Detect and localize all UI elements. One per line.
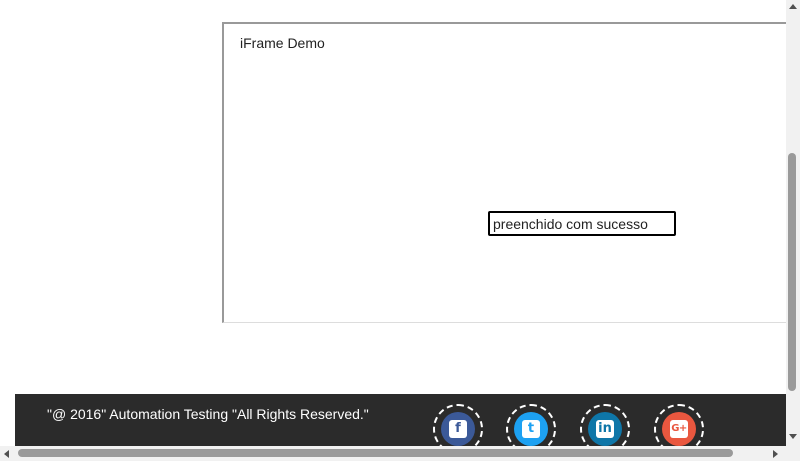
scroll-up-arrow-icon[interactable]	[789, 4, 797, 9]
google-plus-glyph: G+	[670, 420, 688, 438]
iframe-text-input[interactable]	[488, 211, 676, 236]
iframe-demo-frame[interactable]: iFrame Demo	[222, 22, 788, 323]
google-plus-link[interactable]: G+	[654, 404, 704, 446]
twitter-link[interactable]: t	[506, 404, 556, 446]
horizontal-scrollbar[interactable]	[0, 446, 786, 461]
facebook-glyph: f	[449, 420, 467, 438]
vertical-scroll-thumb[interactable]	[788, 153, 796, 391]
vertical-scrollbar[interactable]	[786, 0, 800, 446]
facebook-icon: f	[441, 412, 475, 446]
scroll-down-arrow-icon[interactable]	[789, 434, 797, 439]
linkedin-link[interactable]: in	[580, 404, 630, 446]
page: iFrame Demo "@ 2016" Automation Testing …	[0, 0, 800, 461]
twitter-glyph: t	[522, 420, 540, 438]
linkedin-icon: in	[588, 412, 622, 446]
footer-copyright: "@ 2016" Automation Testing "All Rights …	[47, 406, 369, 422]
footer: "@ 2016" Automation Testing "All Rights …	[15, 394, 786, 446]
twitter-icon: t	[514, 412, 548, 446]
scroll-left-arrow-icon[interactable]	[4, 450, 9, 458]
iframe-title: iFrame Demo	[240, 35, 325, 51]
facebook-link[interactable]: f	[433, 404, 483, 446]
scrollbar-corner	[786, 446, 800, 461]
google-plus-icon: G+	[662, 412, 696, 446]
linkedin-glyph: in	[596, 420, 614, 438]
horizontal-scroll-thumb[interactable]	[18, 449, 733, 457]
scroll-right-arrow-icon[interactable]	[773, 450, 778, 458]
